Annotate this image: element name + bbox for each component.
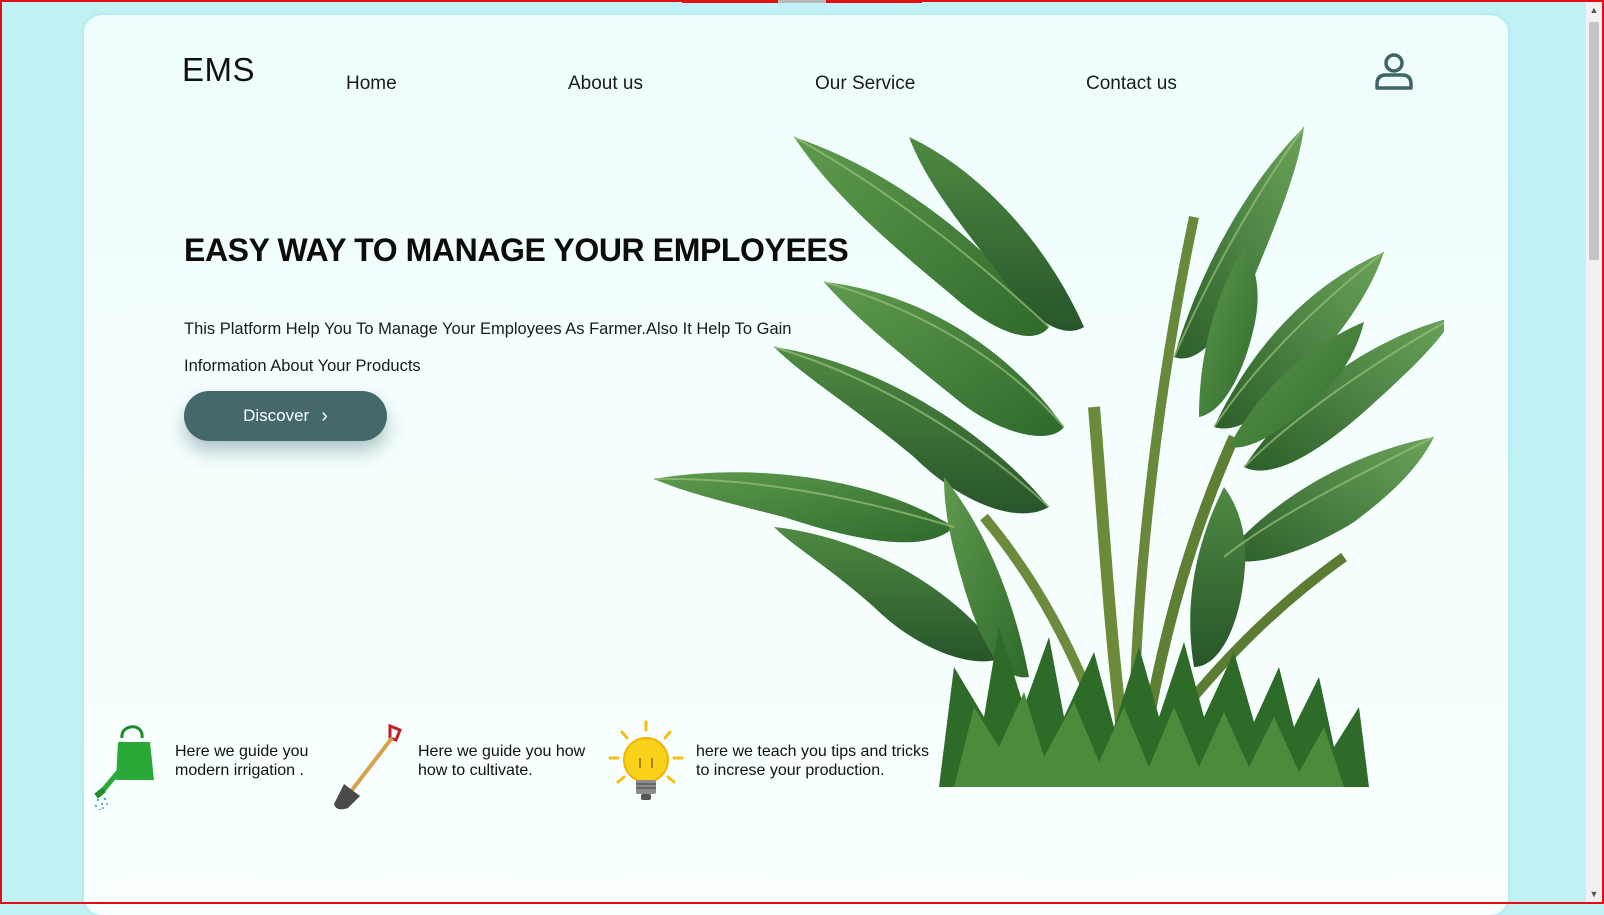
chevron-right-icon: › — [321, 405, 328, 427]
landing-page: EMS Home About us Our Service Contact us — [84, 15, 1508, 915]
scroll-down-icon[interactable]: ▼ — [1586, 886, 1602, 902]
banana-plant-image — [654, 126, 1444, 787]
feature-text-line: modern irrigation . — [175, 762, 304, 779]
nav-home[interactable]: Home — [346, 73, 397, 95]
feature-irrigation: Here we guide you modern irrigation . — [92, 720, 332, 810]
feature-text-line: Here we guide you how — [418, 743, 586, 760]
feature-text-line: to increse your production. — [696, 762, 885, 779]
tab-indicator — [826, 0, 922, 3]
scroll-thumb[interactable] — [1589, 22, 1599, 260]
tab-indicator — [778, 0, 826, 3]
nav-contact-us[interactable]: Contact us — [1086, 73, 1177, 95]
feature-tips: here we teach you tips and tricks to inc… — [604, 720, 942, 810]
feature-text-line: how to cultivate. — [418, 762, 533, 779]
hero-description: This Platform Help You To Manage Your Em… — [184, 311, 824, 385]
hero-description-line: This Platform Help You To Manage Your Em… — [184, 320, 792, 338]
feature-text-line: here we teach you tips and tricks — [696, 743, 930, 760]
vertical-scrollbar[interactable]: ▲ ▼ — [1586, 2, 1602, 902]
discover-button-label: Discover — [243, 406, 310, 425]
nav-our-service[interactable]: Our Service — [815, 73, 915, 95]
feature-cultivation: Here we guide you how how to cultivate. — [324, 720, 614, 810]
watering-can-icon — [94, 725, 154, 810]
hero-title: EASY WAY TO MANAGE YOUR EMPLOYEES — [184, 232, 849, 268]
nav-about-us[interactable]: About us — [568, 73, 643, 95]
hero-description-line: Information About Your Products — [184, 357, 421, 375]
tab-indicator — [682, 0, 778, 3]
shovel-icon — [334, 723, 402, 810]
logo[interactable]: EMS — [182, 51, 255, 89]
user-icon[interactable] — [1374, 51, 1414, 91]
feature-text-line: Here we guide you — [175, 743, 309, 760]
discover-button[interactable]: Discover › — [184, 391, 387, 441]
light-bulb-icon — [608, 720, 684, 800]
scroll-up-icon[interactable]: ▲ — [1586, 2, 1602, 18]
